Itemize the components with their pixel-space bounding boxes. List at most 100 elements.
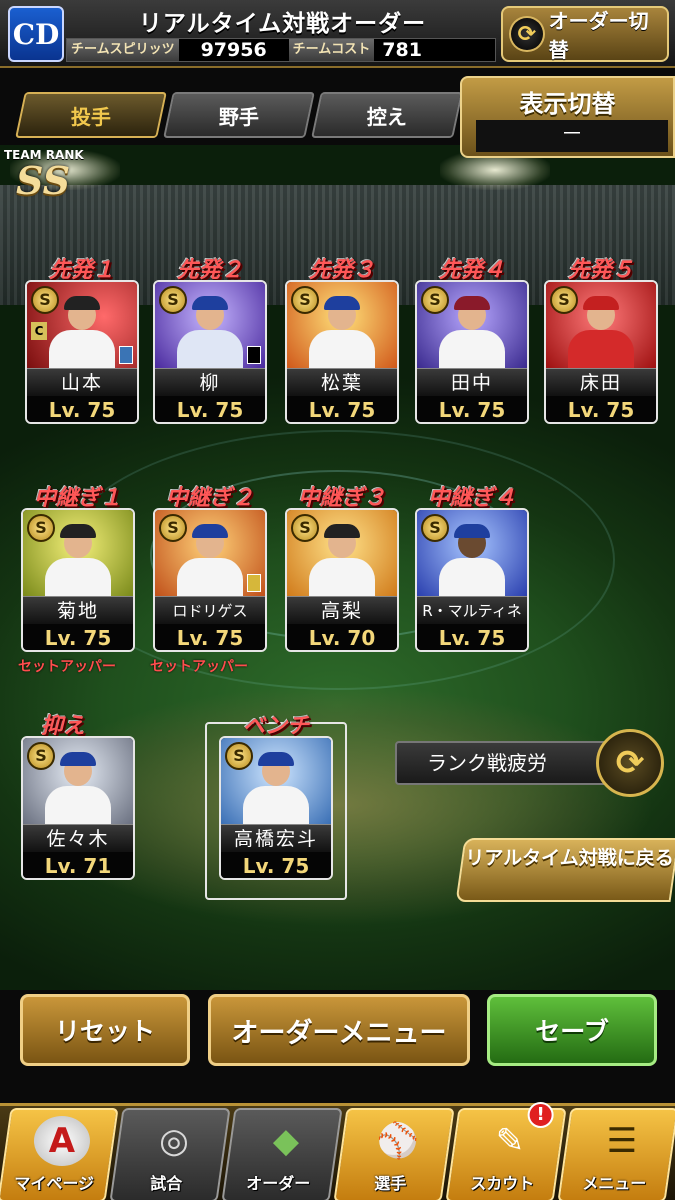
signed-ball-icon: ✎ [495,1121,525,1161]
spirits-value: 97956 [200,39,267,61]
tab-pitcher[interactable]: 投手 [15,92,167,138]
nav-label: メニュー [582,1174,647,1193]
team-logo: CD [8,6,64,62]
display-switch-title: 表示切替 [519,90,616,118]
nav-label: 選手 [374,1174,407,1193]
order-switch-label: オーダー切替 [548,9,649,62]
captain-tag: C [31,322,47,340]
order-switch-button[interactable]: ⟳ オーダー切替 [501,6,669,62]
player-level: Lv. 75 [417,624,527,650]
ability-box [247,574,261,592]
display-switch-button[interactable]: 表示切替 － [460,76,675,158]
player-level: Lv. 71 [23,852,133,878]
alert-badge: ! [527,1102,554,1128]
player-card[interactable]: S 菊地 Lv. 75 [21,508,135,652]
player-level: Lv. 75 [155,624,265,650]
nav-label: マイページ [14,1174,95,1193]
s-rank-badge: S [159,514,187,542]
s-rank-badge: S [291,514,319,542]
order-menu-button[interactable]: オーダーメニュー [208,994,470,1066]
team-rank: TEAM RANK SS [4,148,104,200]
player-card[interactable]: S C 山本 Lv. 75 [25,280,139,424]
tab-label: 控え [367,104,407,129]
player-card[interactable]: S ロドリゲス Lv. 75 [153,508,267,652]
rank-fatigue-button[interactable]: ランク戦疲労 [395,741,613,785]
batter-icon: ⚾ [376,1121,420,1161]
player-level: Lv. 75 [417,396,527,422]
cycle-arrows-icon[interactable]: ⟳ [596,729,664,797]
nav-game[interactable]: ◎ 試合 [109,1108,231,1200]
player-name: ロドリゲス [155,596,265,624]
nav-label: オーダー [246,1174,311,1193]
player-card[interactable]: S R・マルティネス Lv. 75 [415,508,529,652]
position-tabs: 投手 野手 控え [0,80,463,146]
player-name: 松葉 [287,368,397,396]
player-card[interactable]: S 床田 Lv. 75 [544,280,658,424]
tab-label: 投手 [71,104,111,129]
player-name: 佐々木 [23,824,133,852]
nav-order[interactable]: ◆ オーダー [221,1108,343,1200]
player-card[interactable]: S 高梨 Lv. 70 [285,508,399,652]
player-name: R・マルティネス [417,596,527,648]
player-card[interactable]: S 高橋宏斗 Lv. 75 [219,736,333,880]
letter-a-icon: A [33,1116,90,1166]
display-switch-value: － [476,120,668,152]
tab-reserve[interactable]: 控え [311,92,463,138]
player-name: 田中 [417,368,527,396]
player-level: Lv. 75 [221,852,331,878]
nav-mypage[interactable]: A マイページ [0,1108,119,1200]
field-icon: ◆ [272,1121,300,1161]
page-title: リアルタイム対戦オーダー [138,11,427,37]
player-level: Lv. 75 [23,624,133,650]
back-to-realtime-button[interactable]: リアルタイム対戦に戻る [455,838,675,902]
s-rank-badge: S [550,286,578,314]
cycle-arrows-icon: ⟳ [509,16,545,52]
player-card[interactable]: S 田中 Lv. 75 [415,280,529,424]
team-stats: チームスピリッツ 97956 チームコスト 781 [66,38,496,62]
nav-label: 試合 [150,1174,183,1193]
save-button[interactable]: セーブ [487,994,657,1066]
s-rank-badge: S [421,514,449,542]
nav-menu[interactable]: ☰ メニュー [557,1108,675,1200]
cost-label: チームコスト [288,39,375,61]
player-name: 柳 [155,368,265,396]
nav-scout[interactable]: ✎ スカウト ! [445,1102,567,1200]
s-rank-badge: S [27,514,55,542]
tab-label: 野手 [219,104,259,129]
player-name: 高梨 [287,596,397,624]
menu-icon: ☰ [606,1121,638,1161]
player-level: Lv. 75 [287,396,397,422]
tab-fielder[interactable]: 野手 [163,92,315,138]
cost-value: 781 [382,39,422,61]
player-name: 菊地 [23,596,133,624]
player-level: Lv. 75 [155,396,265,422]
nav-players[interactable]: ⚾ 選手 [333,1108,455,1200]
player-level: Lv. 70 [287,624,397,650]
s-rank-badge: S [291,286,319,314]
nav-label: スカウト [470,1174,535,1193]
role-note: セットアッパー [150,659,248,675]
player-name: 床田 [546,368,656,396]
player-card[interactable]: S 松葉 Lv. 75 [285,280,399,424]
player-card[interactable]: S 柳 Lv. 75 [153,280,267,424]
reset-button[interactable]: リセット [20,994,190,1066]
spirits-label: チームスピリッツ [67,39,179,61]
team-rank-value: SS [16,158,71,203]
role-note: セットアッパー [18,659,116,675]
player-name: 高橋宏斗 [221,824,331,852]
s-rank-badge: S [159,286,187,314]
s-rank-badge: S [31,286,59,314]
player-card[interactable]: S 佐々木 Lv. 71 [21,736,135,880]
player-level: Lv. 75 [27,396,137,422]
player-name: 山本 [27,368,137,396]
back-to-realtime-label: リアルタイム対戦に戻る [465,847,674,869]
ability-box [119,346,133,364]
s-rank-badge: S [225,742,253,770]
stadium-icon: ◎ [159,1121,189,1161]
s-rank-badge: S [27,742,55,770]
player-level: Lv. 75 [546,396,656,422]
bottom-nav: A マイページ ◎ 試合 ◆ オーダー ⚾ 選手 ✎ スカウト ! ☰ メニュー [0,1102,675,1200]
s-rank-badge: S [421,286,449,314]
header: CD リアルタイム対戦オーダー チームスピリッツ 97956 チームコスト 78… [0,0,675,68]
ability-box [247,346,261,364]
